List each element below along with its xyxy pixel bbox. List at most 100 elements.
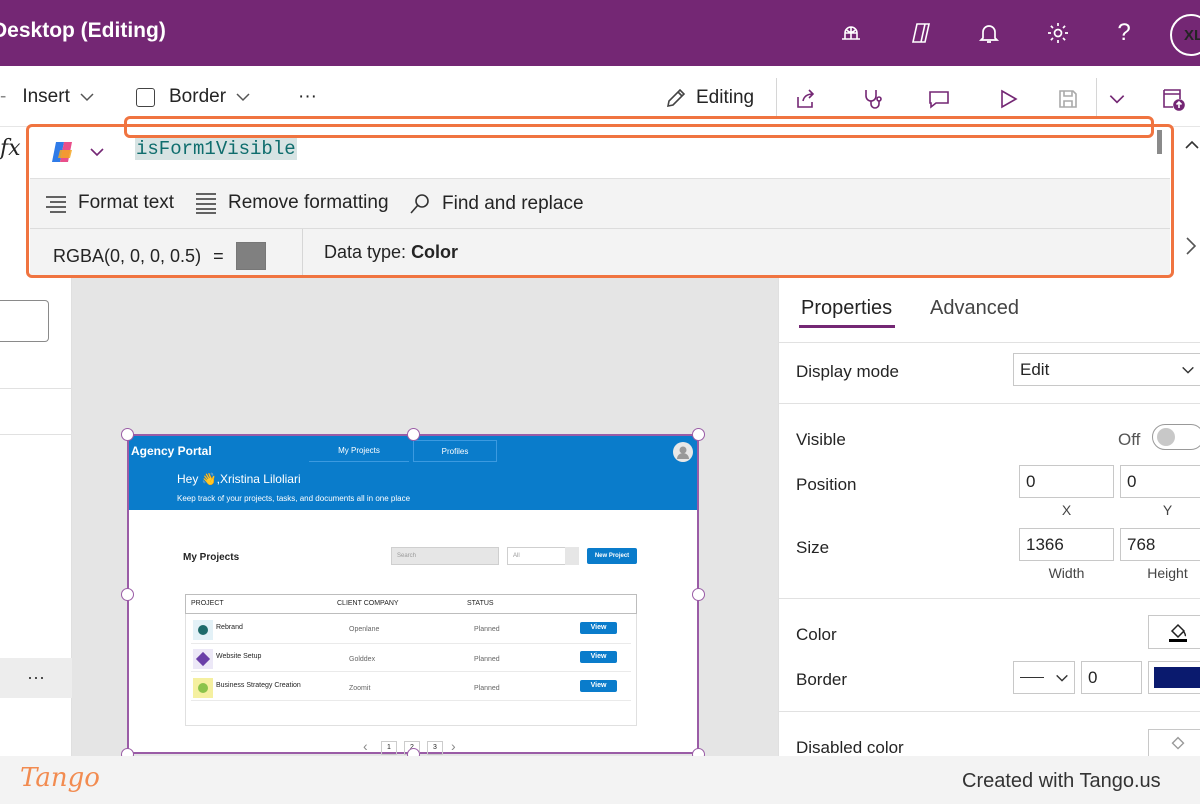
visible-value: Off <box>1118 430 1141 449</box>
preview-subtitle: Keep track of your projects, tasks, and … <box>177 494 411 503</box>
divider <box>0 434 72 435</box>
more-commands-button[interactable]: ··· <box>298 86 317 108</box>
resize-handle[interactable] <box>692 588 705 601</box>
preview-client: Golddex <box>349 656 376 663</box>
divider <box>776 78 777 118</box>
visible-toggle[interactable] <box>1152 424 1200 450</box>
share-icon[interactable] <box>789 82 823 116</box>
chevron-right-icon[interactable] <box>1184 236 1198 261</box>
preview-row-icon <box>193 649 213 669</box>
border-line-icon <box>1020 677 1044 678</box>
display-mode-label: Display mode <box>796 362 899 381</box>
stethoscope-icon[interactable] <box>856 82 890 116</box>
resize-handle[interactable] <box>121 588 134 601</box>
preview-search-input[interactable]: Search <box>391 547 499 565</box>
divider <box>779 403 1200 404</box>
preview-view-button[interactable]: View <box>580 622 617 634</box>
position-y-input[interactable]: 0 <box>1120 465 1200 498</box>
pencil-icon <box>666 88 686 108</box>
border-color-picker[interactable] <box>1148 661 1200 694</box>
globe-icon[interactable] <box>834 16 868 50</box>
resize-handle[interactable] <box>121 428 134 441</box>
preview-section-title: My Projects <box>183 552 240 563</box>
preview-prev-icon[interactable]: ‹ <box>363 738 368 754</box>
preview-chevron-down-icon <box>565 547 579 565</box>
paint-bucket-icon <box>1171 736 1185 750</box>
width-caption: Width <box>1048 565 1085 581</box>
preview-next-icon[interactable]: › <box>451 738 456 754</box>
play-icon[interactable] <box>991 82 1025 116</box>
tango-logo: Tango <box>20 763 100 793</box>
preview-project-name: Website Setup <box>216 653 262 660</box>
fx-label: fx <box>0 136 21 161</box>
divider <box>1096 78 1097 118</box>
preview-project-name: Rebrand <box>216 624 243 631</box>
y-caption: Y <box>1162 502 1173 518</box>
publish-icon[interactable] <box>1156 82 1190 116</box>
bell-icon[interactable] <box>972 16 1006 50</box>
color-label: Color <box>796 625 837 644</box>
preview-status: Planned <box>474 626 500 633</box>
resize-handle[interactable] <box>407 428 420 441</box>
chevron-up-icon[interactable] <box>1184 136 1200 159</box>
tree-more-button[interactable]: ··· <box>0 658 72 698</box>
preview-table-row[interactable] <box>191 618 631 644</box>
position-label: Position <box>796 475 857 494</box>
tab-properties[interactable]: Properties <box>801 297 892 320</box>
preview-page-button[interactable]: 3 <box>427 741 443 755</box>
height-input[interactable]: 768 <box>1120 528 1200 561</box>
preview-view-button[interactable]: View <box>580 680 617 692</box>
border-label: Border <box>796 670 848 689</box>
visible-label: Visible <box>796 430 846 449</box>
tab-advanced[interactable]: Advanced <box>930 297 1019 320</box>
preview-column-header: CLIENT COMPANY <box>337 600 399 607</box>
preview-page-button[interactable]: 1 <box>381 741 397 755</box>
preview-row-icon <box>193 678 213 698</box>
border-menu[interactable]: Border <box>136 86 252 108</box>
position-x-input[interactable]: 0 <box>1019 465 1114 498</box>
chevron-down-icon[interactable] <box>1100 82 1134 116</box>
title-bar <box>0 0 1200 66</box>
border-label: Border <box>169 86 227 107</box>
footer-credit: Created with Tango.us <box>962 770 1161 792</box>
preview-row-icon <box>193 620 213 640</box>
save-icon[interactable] <box>1051 82 1085 116</box>
preview-client: Openlane <box>349 626 380 633</box>
resize-handle[interactable] <box>692 428 705 441</box>
preview-tab-profiles[interactable]: Profiles <box>413 440 497 462</box>
editing-label: Editing <box>696 87 755 108</box>
width-input[interactable]: 1366 <box>1019 528 1114 561</box>
insert-label: Insert <box>22 86 70 107</box>
comment-icon[interactable] <box>922 82 956 116</box>
divider <box>779 342 1200 343</box>
chevron-down-icon <box>1056 674 1068 682</box>
x-caption: X <box>1061 502 1072 518</box>
border-style-dropdown[interactable] <box>1013 661 1075 694</box>
help-icon[interactable]: ? <box>1107 16 1141 50</box>
divider <box>779 598 1200 599</box>
chevron-down-icon <box>80 93 94 102</box>
preview-new-project-button[interactable]: New Project <box>587 548 637 564</box>
preview-column-header: PROJECT <box>191 600 224 607</box>
height-caption: Height <box>1147 565 1188 581</box>
border-width-input[interactable]: 0 <box>1081 661 1142 694</box>
preview-greeting: Hey 👋,Xristina Liloliari <box>177 472 301 486</box>
gear-icon[interactable] <box>1041 16 1075 50</box>
copilot-icon[interactable] <box>904 16 938 50</box>
preview-user-icon[interactable] <box>673 442 693 462</box>
preview-view-button[interactable]: View <box>580 651 617 663</box>
preview-column-header: STATUS <box>467 600 494 607</box>
tree-search-input[interactable] <box>0 300 49 342</box>
preview-project-name: Business Strategy Creation <box>216 682 301 689</box>
color-picker-button[interactable] <box>1148 615 1200 649</box>
app-title: Desktop (Editing) <box>0 19 166 42</box>
screen-preview[interactable]: Agency Portal My Projects Profiles Hey 👋… <box>127 434 699 755</box>
display-mode-dropdown[interactable]: Edit <box>1013 353 1200 386</box>
disabled-color-picker[interactable] <box>1148 729 1200 759</box>
highlight-property-dropdown <box>124 116 1154 138</box>
preview-status: Planned <box>474 656 500 663</box>
preview-tab-projects[interactable]: My Projects <box>309 440 409 462</box>
editing-button[interactable]: Editing <box>664 86 754 110</box>
insert-menu[interactable]: - Insert <box>0 86 96 108</box>
border-square-icon <box>136 87 155 107</box>
